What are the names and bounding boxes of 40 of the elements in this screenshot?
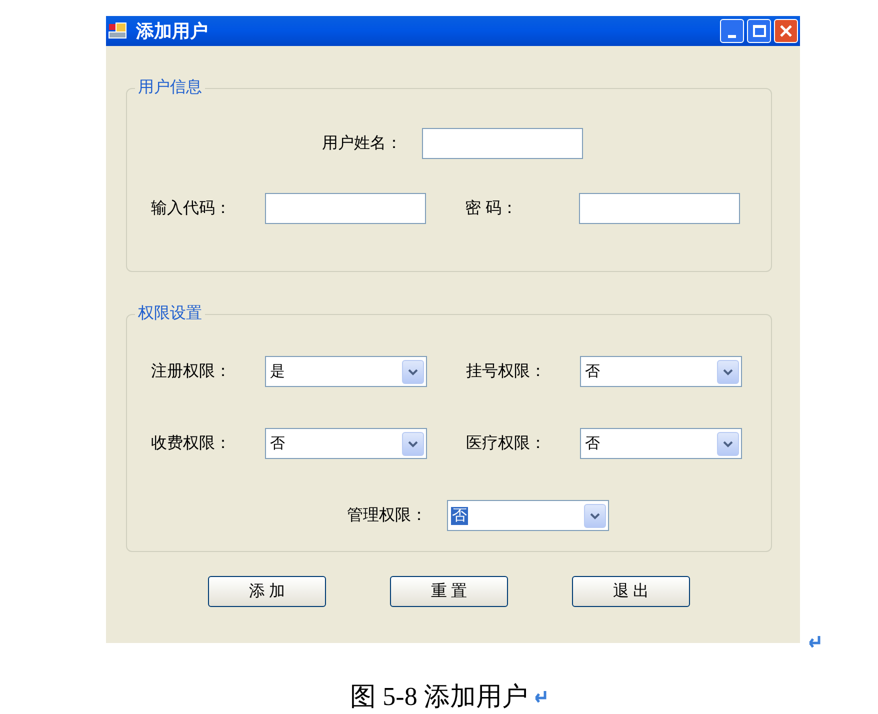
text-field[interactable] — [579, 193, 740, 224]
maximize-button[interactable] — [747, 19, 771, 43]
field-label: 挂号权限： — [466, 362, 547, 382]
text-field[interactable] — [422, 128, 583, 159]
field-label: 收费权限： — [151, 434, 232, 454]
group-title: 用户信息 — [137, 78, 203, 98]
window-title: 添加用户 — [136, 20, 208, 42]
figure-caption: 图 5-8 添加用户 — [350, 681, 528, 713]
field-label: 医疗权限： — [466, 434, 547, 454]
dropdown-value: 是 — [269, 362, 286, 380]
close-button[interactable] — [774, 19, 798, 43]
dialog-button[interactable]: 退 出 — [572, 576, 690, 607]
chevron-down-icon[interactable] — [584, 504, 606, 528]
app-icon — [108, 21, 128, 41]
maximize-icon — [752, 25, 766, 37]
dropdown[interactable]: 否 — [447, 500, 609, 531]
dropdown[interactable]: 是 — [265, 356, 427, 387]
dropdown-value: 否 — [269, 434, 286, 452]
field-label: 输入代码： — [151, 198, 232, 218]
field-label: 用户姓名： — [321, 134, 402, 154]
close-icon — [779, 24, 793, 38]
dialog-button[interactable]: 重 置 — [390, 576, 508, 607]
chevron-down-icon[interactable] — [402, 360, 424, 384]
dropdown-value: 否 — [584, 434, 601, 452]
field-label: 管理权限： — [346, 506, 427, 526]
text-field[interactable] — [265, 193, 426, 224]
chevron-down-icon[interactable] — [402, 432, 424, 456]
dropdown-value: 否 — [584, 362, 601, 380]
field-label: 注册权限： — [151, 362, 232, 382]
dropdown[interactable]: 否 — [580, 356, 742, 387]
dropdown[interactable]: 否 — [265, 428, 427, 459]
dropdown-value: 否 — [451, 506, 468, 524]
dropdown[interactable]: 否 — [580, 428, 742, 459]
chevron-down-icon[interactable] — [717, 432, 739, 456]
minimize-icon — [728, 35, 736, 38]
group-title: 权限设置 — [137, 304, 203, 324]
chevron-down-icon[interactable] — [717, 360, 739, 384]
dialog-button[interactable]: 添 加 — [208, 576, 326, 607]
field-label: 密 码： — [465, 198, 518, 218]
minimize-button[interactable] — [720, 19, 744, 43]
